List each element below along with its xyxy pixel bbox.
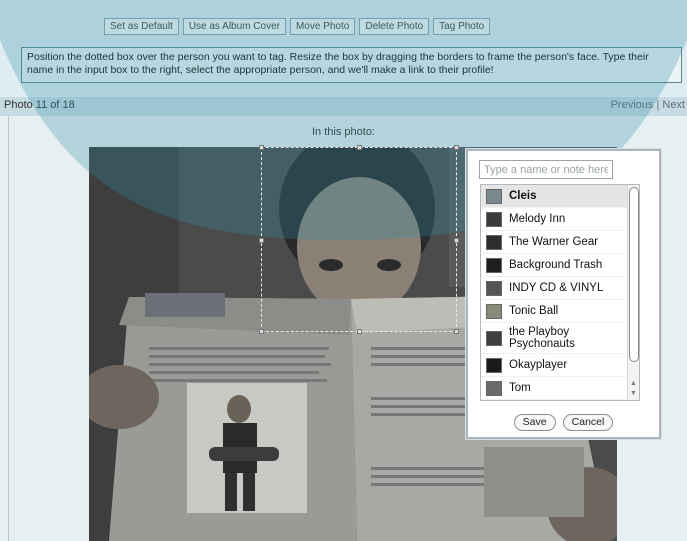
friend-name: INDY CD & VINYL: [509, 282, 604, 294]
avatar: [486, 331, 502, 346]
resize-handle-top-left[interactable]: [259, 145, 264, 150]
move-photo-button[interactable]: Move Photo: [289, 18, 356, 35]
friend-item-playboy-psychonauts[interactable]: the Playboy Psychonauts: [481, 323, 639, 354]
resize-handle-bottom-right[interactable]: [454, 329, 459, 334]
avatar: [486, 358, 502, 373]
resize-handle-bottom[interactable]: [357, 329, 362, 334]
avatar: [486, 304, 502, 319]
friend-item-indy-cd-vinyl[interactable]: INDY CD & VINYL: [481, 277, 639, 300]
friend-item-background-trash[interactable]: Background Trash: [481, 254, 639, 277]
scrollbar-thumb[interactable]: [629, 187, 639, 362]
delete-photo-button[interactable]: Delete Photo: [359, 18, 430, 35]
friend-item-tonic-ball[interactable]: Tonic Ball: [481, 300, 639, 323]
photo-toolbar: Set as Default Use as Album Cover Move P…: [104, 18, 491, 35]
next-link[interactable]: Next: [662, 99, 685, 111]
friend-item-melody-inn[interactable]: Melody Inn: [481, 208, 639, 231]
avatar: [486, 235, 502, 250]
tag-instructions: Position the dotted box over the person …: [21, 47, 682, 83]
pagination-separator: |: [656, 99, 660, 111]
tag-selection-box[interactable]: [259, 145, 459, 334]
tag-friend-dialog: Cleis Melody Inn The Warner Gear Backgro…: [466, 149, 661, 439]
scroll-up-arrow-icon[interactable]: ▲: [630, 380, 637, 388]
friend-name: Tom: [509, 382, 531, 394]
avatar: [486, 258, 502, 273]
friend-item-tom[interactable]: Tom: [481, 377, 639, 400]
friend-item-cleis[interactable]: Cleis: [481, 185, 639, 208]
friend-name: the Playboy Psychonauts: [509, 326, 575, 350]
friend-list-scrollbar[interactable]: ▲ ▼: [627, 185, 639, 400]
friend-name: Okayplayer: [509, 359, 568, 371]
friend-list: Cleis Melody Inn The Warner Gear Backgro…: [480, 184, 640, 401]
save-button[interactable]: Save: [513, 414, 556, 431]
tag-photo-button[interactable]: Tag Photo: [433, 18, 491, 35]
avatar: [486, 212, 502, 227]
use-as-album-cover-button[interactable]: Use as Album Cover: [182, 18, 286, 35]
avatar: [486, 189, 502, 204]
resize-handle-bottom-left[interactable]: [259, 329, 264, 334]
resize-handle-left[interactable]: [259, 238, 264, 243]
tag-dialog-actions: Save Cancel: [468, 414, 659, 431]
resize-handle-top[interactable]: [357, 145, 362, 150]
photo-counter: Photo 11 of 18: [4, 99, 75, 111]
friend-item-warner-gear[interactable]: The Warner Gear: [481, 231, 639, 254]
set-as-default-button[interactable]: Set as Default: [104, 18, 179, 35]
cancel-button[interactable]: Cancel: [562, 414, 614, 431]
friend-name: Background Trash: [509, 259, 603, 271]
tag-name-input[interactable]: [479, 160, 613, 179]
resize-handle-right[interactable]: [454, 238, 459, 243]
friend-name: The Warner Gear: [509, 236, 599, 248]
friend-name: Melody Inn: [509, 213, 566, 225]
avatar: [486, 281, 502, 296]
photo-pagination: Previous | Next: [611, 99, 685, 111]
friend-item-okayplayer[interactable]: Okayplayer: [481, 354, 639, 377]
friend-name: Tonic Ball: [509, 305, 559, 317]
left-divider: [8, 116, 9, 541]
photo-nav-bar: Photo 11 of 18 Previous | Next: [0, 97, 687, 116]
friend-name: Cleis: [509, 190, 537, 202]
resize-handle-top-right[interactable]: [454, 145, 459, 150]
scroll-down-arrow-icon[interactable]: ▼: [630, 390, 637, 398]
avatar: [486, 381, 502, 396]
in-this-photo-label: In this photo:: [312, 126, 375, 138]
previous-link[interactable]: Previous: [611, 99, 654, 111]
